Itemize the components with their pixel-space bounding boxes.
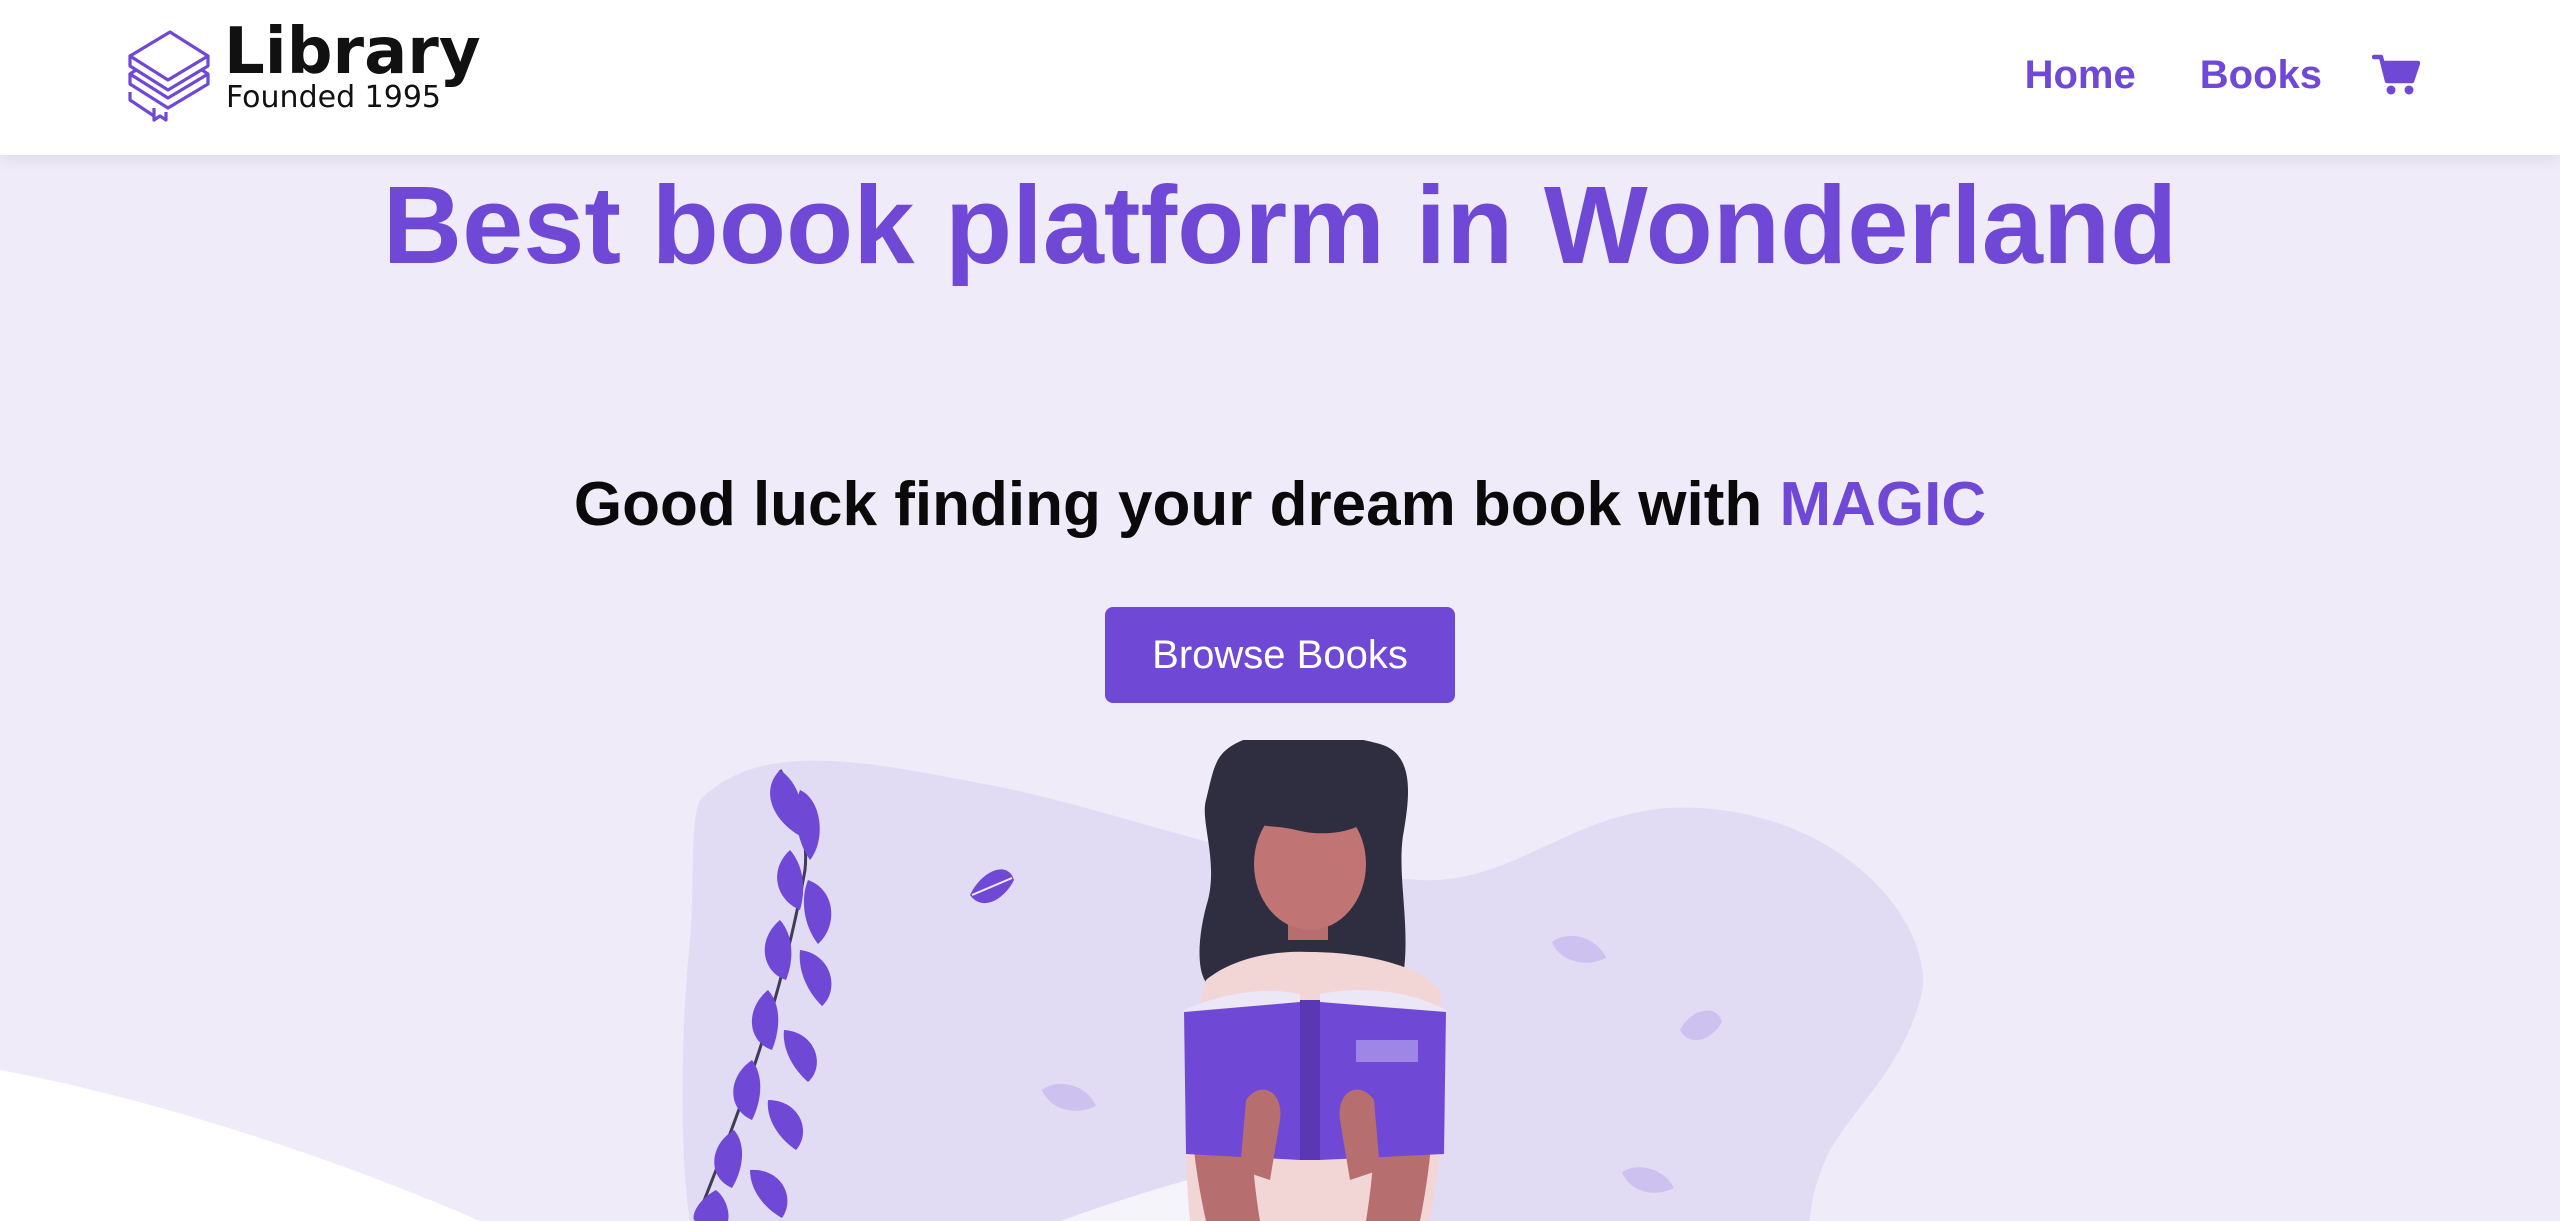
hero-title: Best book platform in Wonderland [382, 164, 2178, 287]
top-navbar: Library Founded 1995 Home Books [0, 0, 2560, 155]
browse-books-button[interactable]: Browse Books [1105, 607, 1455, 703]
hero-subtitle-text: Good luck finding your dream book with [573, 470, 1780, 539]
hero-subtitle-highlight: MAGIC [1779, 470, 1987, 539]
brand-logo-link[interactable]: Library Founded 1995 [126, 14, 481, 126]
brand-subtitle: Founded 1995 [226, 80, 441, 115]
shopping-cart-icon[interactable] [2372, 53, 2420, 97]
foreground-wave-shape [0, 1070, 480, 1221]
hero-subtitle: Good luck finding your dream book with M… [280, 462, 2280, 548]
woman-reading-book-illustration [0, 740, 1924, 1221]
nav-link-books[interactable]: Books [2200, 53, 2322, 98]
nav-links: Home Books [2025, 40, 2420, 110]
nav-link-home[interactable]: Home [2025, 53, 2136, 98]
woman-figure-shape [1184, 740, 1446, 1221]
stacked-books-icon [128, 30, 210, 122]
